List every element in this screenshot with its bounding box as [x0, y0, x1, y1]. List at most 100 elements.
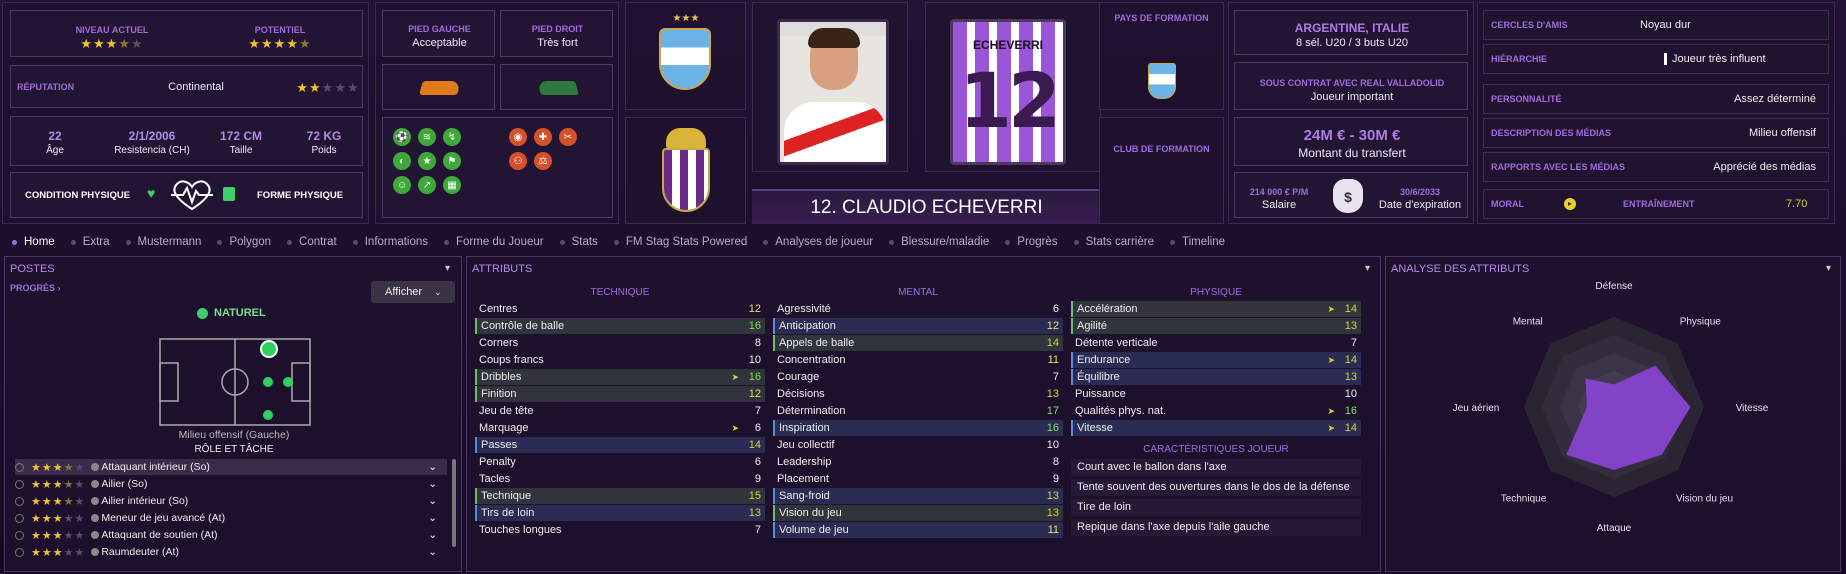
attribute-row[interactable]: Penalty 6	[475, 454, 765, 470]
attribute-row[interactable]: Marquage ➤ 6	[475, 420, 765, 436]
role-radio[interactable]	[15, 547, 24, 557]
attribute-value: 12	[1046, 320, 1059, 332]
attribute-row[interactable]: Décisions 13	[773, 386, 1063, 402]
tab-label: Extra	[82, 236, 110, 248]
attribute-row[interactable]: Volume de jeu 11	[773, 522, 1063, 538]
chevron-down-icon[interactable]: ⌄	[428, 478, 437, 490]
tab-informations[interactable]: Informations	[345, 236, 436, 248]
attribute-row[interactable]: Agilité 13	[1071, 318, 1361, 334]
tab-stats-carri-re[interactable]: Stats carrière	[1066, 236, 1162, 248]
attribute-row[interactable]: Passes 14	[475, 437, 765, 453]
attribute-row[interactable]: Tirs de loin 13	[475, 505, 765, 521]
info-icon[interactable]	[91, 514, 100, 522]
attribute-row[interactable]: Centres 12	[475, 301, 765, 317]
chevron-down-icon[interactable]: ⌄	[428, 495, 437, 507]
role-row[interactable]: ★★★★★ Attaquant intérieur (So) ⌄	[15, 459, 447, 475]
attribute-row[interactable]: Jeu collectif 10	[773, 437, 1063, 453]
role-row[interactable]: ★★★★★ Ailier (So) ⌄	[15, 476, 447, 492]
chevron-down-icon[interactable]: ⌄	[428, 546, 437, 558]
collapse-icon[interactable]: ▾	[1365, 263, 1370, 274]
attribute-row[interactable]: Leadership 8	[773, 454, 1063, 470]
reputation-box: RÉPUTATION Continental ★★★★★	[10, 65, 363, 108]
info-row[interactable]: PERSONNALITÉ Assez déterminé	[1483, 84, 1829, 114]
tab-home[interactable]: Home	[4, 236, 63, 248]
chevron-down-icon[interactable]: ⌄	[428, 529, 437, 541]
roles-scrollbar[interactable]	[452, 459, 456, 547]
attribute-row[interactable]: Touches longues 7	[475, 522, 765, 538]
attribute-row[interactable]: Contrôle de balle 16	[475, 318, 765, 334]
attribute-row[interactable]: Inspiration 16	[773, 420, 1063, 436]
info-row[interactable]: DESCRIPTION DES MÉDIAS Milieu offensif	[1483, 118, 1829, 148]
attribute-row[interactable]: Coups francs 10	[475, 352, 765, 368]
tab-label: FM Stag Stats Powered	[625, 236, 748, 248]
tab-extra[interactable]: Extra	[63, 236, 118, 248]
attribute-value: 7	[1350, 337, 1357, 349]
role-row[interactable]: ★★★★★ Ailier intérieur (So) ⌄	[15, 493, 447, 509]
tab-progr-s[interactable]: Progrès	[997, 236, 1065, 248]
attribute-row[interactable]: Vision du jeu 13	[773, 505, 1063, 521]
tab-label: Mustermann	[137, 236, 202, 248]
attribute-value: 14	[1344, 303, 1357, 315]
role-row[interactable]: ★★★★★ Raumdeuter (At) ⌄	[15, 544, 447, 560]
info-row[interactable]: RAPPORTS AVEC LES MÉDIAS Apprécié des méd…	[1483, 152, 1829, 182]
progress-link[interactable]: PROGRÈS ›	[10, 283, 61, 293]
show-dropdown[interactable]: Afficher ⌄	[371, 281, 455, 303]
attribute-row[interactable]: Corners 8	[475, 335, 765, 351]
attribute-row[interactable]: Endurance ➤ 14	[1071, 352, 1361, 368]
role-row[interactable]: ★★★★★ Meneur de jeu avancé (At) ⌄	[15, 510, 447, 526]
attribute-row[interactable]: Jeu de tête 7	[475, 403, 765, 419]
attribute-row[interactable]: Concentration 11	[773, 352, 1063, 368]
tab-contrat[interactable]: Contrat	[279, 236, 345, 248]
attribute-row[interactable]: Puissance 10	[1071, 386, 1361, 402]
tab-stats[interactable]: Stats	[552, 236, 606, 248]
potential-label: POTENTIEL	[254, 25, 306, 35]
attribute-row[interactable]: Finition 12	[475, 386, 765, 402]
chevron-down-icon[interactable]: ⌄	[428, 461, 437, 473]
info-row[interactable]: HIÉRARCHIE Joueur très influent	[1483, 44, 1829, 74]
role-radio[interactable]	[15, 479, 24, 489]
attribute-row[interactable]: Qualités phys. nat. ➤ 16	[1071, 403, 1361, 419]
tab-timeline[interactable]: Timeline	[1162, 236, 1233, 248]
attribute-row[interactable]: Anticipation 12	[773, 318, 1063, 334]
attribute-row[interactable]: Placement 9	[773, 471, 1063, 487]
attribute-row[interactable]: Équilibre 13	[1071, 369, 1361, 385]
attribute-row[interactable]: Appels de balle 14	[773, 335, 1063, 351]
moral-row[interactable]: MORAL ▸ ENTRAÎNEMENT 7.70	[1483, 189, 1829, 219]
shirt-icon: ECHEVERRI 12	[950, 19, 1066, 165]
tab-blessure-maladie[interactable]: Blessure/maladie	[881, 236, 997, 248]
info-key: HIÉRARCHIE	[1491, 54, 1548, 64]
info-icon[interactable]	[91, 463, 100, 471]
attribute-row[interactable]: Courage 7	[773, 369, 1063, 385]
attribute-row[interactable]: Détermination 17	[773, 403, 1063, 419]
role-radio[interactable]	[15, 530, 24, 540]
role-row[interactable]: ★★★★★ Attaquant de soutien (At) ⌄	[15, 527, 447, 543]
attribute-name: Agilité	[1077, 320, 1107, 332]
info-icon[interactable]	[91, 531, 100, 539]
attribute-row[interactable]: Tacles 9	[475, 471, 765, 487]
attribute-row[interactable]: Accélération ➤ 14	[1071, 301, 1361, 317]
attribute-row[interactable]: Technique 15	[475, 488, 765, 504]
tab-forme-du-joueur[interactable]: Forme du Joueur	[436, 236, 552, 248]
collapse-icon[interactable]: ▾	[445, 263, 450, 274]
info-row[interactable]: CERCLES D'AMIS Noyau dur	[1483, 10, 1829, 40]
role-radio[interactable]	[15, 462, 24, 472]
info-icon[interactable]	[91, 497, 100, 505]
attribute-row[interactable]: Dribbles ➤ 16	[475, 369, 765, 385]
attribute-row[interactable]: Vitesse ➤ 14	[1071, 420, 1361, 436]
left-foot-value: Acceptable	[412, 37, 467, 49]
info-key: DESCRIPTION DES MÉDIAS	[1491, 128, 1612, 138]
expiry-label: Date d'expiration	[1378, 199, 1462, 211]
attribute-row[interactable]: Agressivité 6	[773, 301, 1063, 317]
attribute-row[interactable]: Sang-froid 13	[773, 488, 1063, 504]
tab-polygon[interactable]: Polygon	[209, 236, 279, 248]
tab-analyses-de-joueur[interactable]: Analyses de joueur	[755, 236, 881, 248]
role-radio[interactable]	[15, 496, 24, 506]
tab-mustermann[interactable]: Mustermann	[118, 236, 210, 248]
tab-fm-stag-stats-powered[interactable]: FM Stag Stats Powered	[606, 236, 755, 248]
info-icon[interactable]	[91, 548, 100, 556]
role-radio[interactable]	[15, 513, 24, 523]
chevron-down-icon[interactable]: ⌄	[428, 512, 437, 524]
attribute-row[interactable]: Détente verticale 7	[1071, 335, 1361, 351]
info-icon[interactable]	[91, 480, 100, 488]
info-value: Apprécié des médias	[1713, 161, 1816, 173]
